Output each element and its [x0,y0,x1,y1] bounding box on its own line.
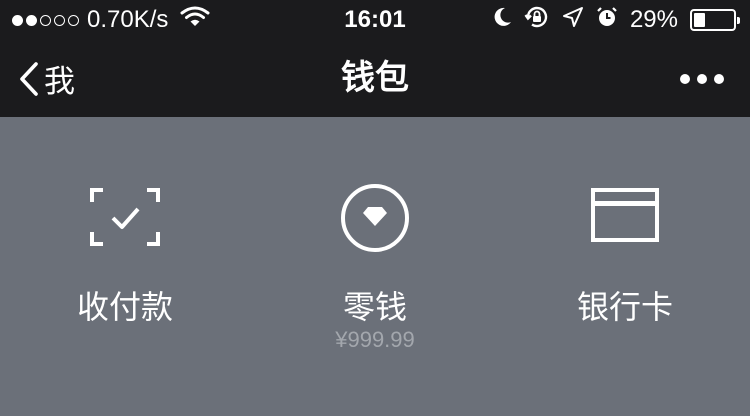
more-button[interactable] [680,40,724,117]
status-bar: 0.70K/s 16:01 29% [0,0,750,40]
network-speed: 0.70K/s [87,6,169,33]
battery-level-fill [694,13,706,27]
wallet-item-bank-card[interactable]: 银行卡 [500,117,750,377]
more-dots-icon [680,73,690,84]
battery-icon [690,9,740,31]
signal-dot [12,14,23,26]
bank-card-icon [500,187,750,243]
signal-strength-indicator [12,14,79,26]
navigation-bar: 我 钱包 [0,40,750,117]
battery-percent: 29% [629,6,678,33]
status-left: 0.70K/s [12,0,210,40]
moon-icon [492,6,512,34]
wallet-panel: 收付款 零钱 ¥999.99 银行卡 [0,117,750,416]
signal-dot [26,14,37,26]
back-button[interactable]: 我 [18,40,75,117]
scan-check-icon [0,187,250,247]
more-dots-icon [697,73,707,84]
signal-dot [40,14,51,26]
more-dots-icon [714,73,724,84]
diamond-coin-icon [250,182,500,254]
wallet-item-label: 收付款 [76,288,173,326]
wallet-item-change[interactable]: 零钱 ¥999.99 [250,117,500,377]
wallet-item-label: 零钱 [342,288,407,326]
status-right: 29% [492,0,740,40]
alarm-icon [596,6,618,34]
back-label: 我 [44,64,75,100]
wallet-item-receive-pay[interactable]: 收付款 [0,117,250,377]
signal-dot [54,14,65,26]
change-balance: ¥999.99 [335,327,415,352]
page-title: 钱包 [341,58,409,98]
chevron-left-icon [20,61,38,96]
wallet-item-label: 银行卡 [576,288,673,326]
signal-dot [68,14,79,26]
rotation-lock-icon [524,5,550,35]
location-arrow-icon [562,6,584,34]
wifi-icon [180,6,210,34]
